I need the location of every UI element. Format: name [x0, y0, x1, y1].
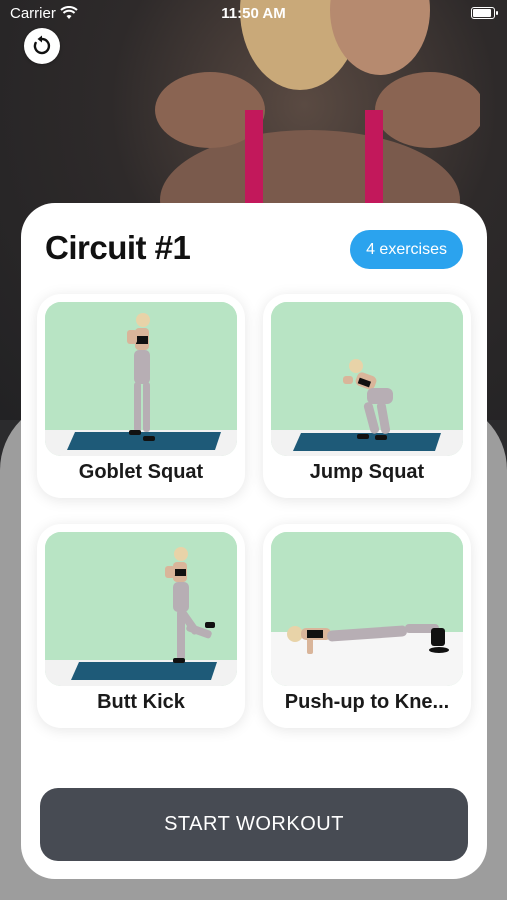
exercise-label: Push-up to Kne... [284, 691, 450, 713]
restart-arrow-icon [33, 35, 51, 55]
status-bar: Carrier 11:50 AM [0, 0, 507, 28]
battery-icon [471, 7, 498, 19]
circuit-title: Circuit #1 [45, 229, 191, 266]
exercise-tile-push-up-to-knee[interactable]: Push-up to Kne... [263, 524, 471, 728]
exercise-thumbnail [271, 532, 463, 686]
exercise-tile-jump-squat[interactable]: Jump Squat [263, 294, 471, 498]
exercise-tile-butt-kick[interactable]: Butt Kick [37, 524, 245, 728]
clock: 11:50 AM [221, 5, 286, 22]
athlete-photo [155, 0, 480, 230]
exercise-label: Goblet Squat [78, 461, 204, 483]
exercise-label: Jump Squat [309, 461, 425, 483]
back-button[interactable] [24, 28, 60, 64]
exercise-label: Butt Kick [97, 691, 185, 713]
exercise-thumbnail [45, 302, 237, 456]
circuit-card: Circuit #1 4 exercises Goblet Squat Jump… [21, 203, 487, 879]
exercise-tile-goblet-squat[interactable]: Goblet Squat [37, 294, 245, 498]
exercise-thumbnail [45, 532, 237, 686]
exercise-count-badge: 4 exercises [350, 230, 463, 269]
exercise-thumbnail [271, 302, 463, 456]
start-workout-button[interactable]: START WORKOUT [40, 788, 468, 861]
